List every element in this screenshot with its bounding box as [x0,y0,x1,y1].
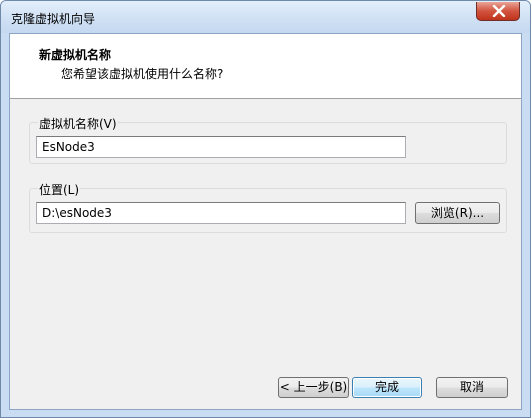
page-subtitle: 您希望该虚拟机使用什么名称? [61,67,224,81]
wizard-header: 新虚拟机名称 您希望该虚拟机使用什么名称? [10,34,521,99]
location-input[interactable] [36,202,406,224]
vm-name-group: 虚拟机名称(V) [29,115,507,164]
back-button[interactable]: < 上一步(B) [278,377,349,398]
close-icon [492,5,506,17]
title-bar[interactable]: 克隆虚拟机向导 [1,1,530,33]
location-group: 位置(L) 浏览(R)... [29,181,507,233]
page-title: 新虚拟机名称 [39,48,112,62]
window-title: 克隆虚拟机向导 [11,12,96,26]
wizard-window: 克隆虚拟机向导 新虚拟机名称 您希望该虚拟机使用什么名称? 虚拟机名称(V) 位… [0,0,531,418]
close-button[interactable] [476,2,520,21]
wizard-content: 新虚拟机名称 您希望该虚拟机使用什么名称? 虚拟机名称(V) 位置(L) 浏览(… [9,33,522,410]
finish-button[interactable]: 完成 [352,377,422,398]
location-label: 位置(L) [38,181,81,198]
browse-button[interactable]: 浏览(R)... [415,202,500,224]
cancel-button[interactable]: 取消 [436,377,508,398]
vm-name-label: 虚拟机名称(V) [38,115,118,132]
vm-name-input[interactable] [36,136,406,158]
